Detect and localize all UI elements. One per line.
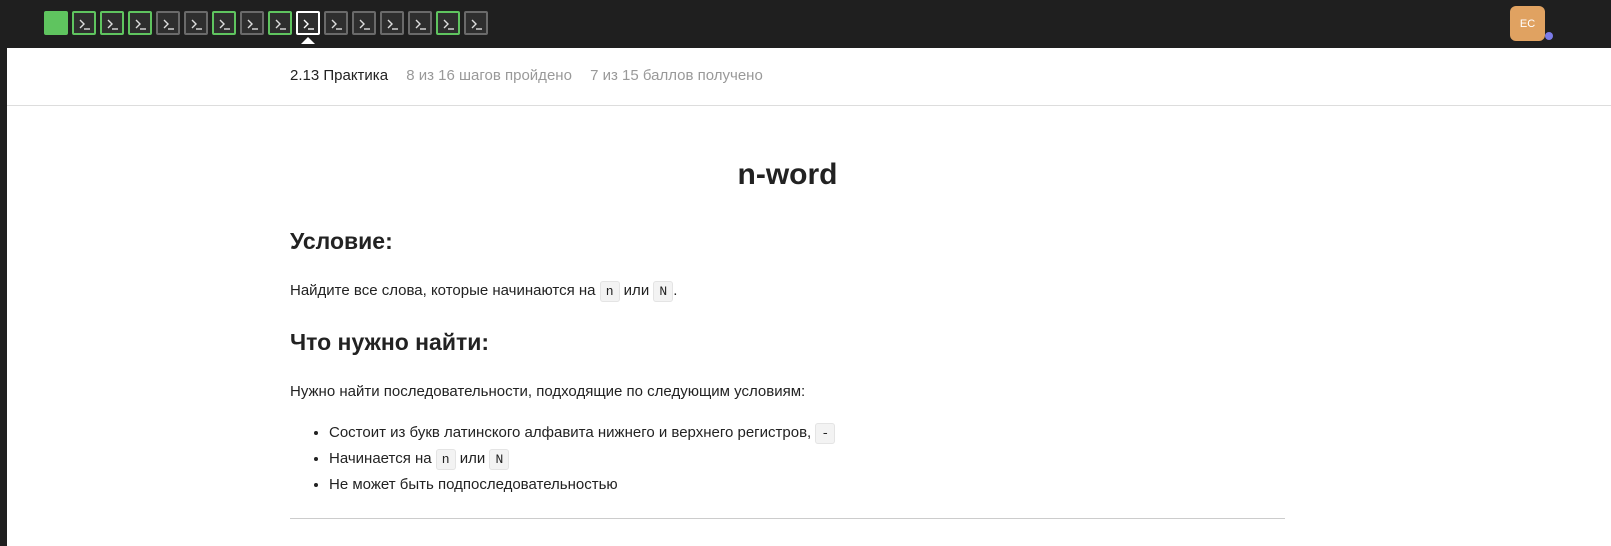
terminal-icon bbox=[191, 19, 202, 30]
condition-heading: Условие: bbox=[290, 228, 393, 254]
code-N: N bbox=[489, 449, 510, 470]
step-3-button[interactable] bbox=[100, 11, 124, 35]
terminal-icon bbox=[415, 19, 426, 30]
steps-progress: 8 из 16 шагов пройдено bbox=[406, 67, 572, 84]
code-dash: - bbox=[815, 423, 836, 444]
step-2-button[interactable] bbox=[72, 11, 96, 35]
condition-text-mid: или bbox=[619, 282, 654, 299]
step-6-button[interactable] bbox=[184, 11, 208, 35]
left-edge-panel bbox=[0, 48, 7, 546]
top-bar: EC bbox=[0, 0, 1611, 48]
terminal-icon bbox=[219, 19, 230, 30]
terminal-icon bbox=[303, 19, 314, 30]
terminal-icon bbox=[275, 19, 286, 30]
terminal-icon bbox=[79, 19, 90, 30]
user-avatar[interactable]: EC bbox=[1510, 6, 1545, 41]
code-n: n bbox=[435, 449, 456, 470]
lesson-title[interactable]: 2.13 Практика bbox=[290, 67, 388, 84]
code-n: n bbox=[599, 281, 620, 302]
step-13-button[interactable] bbox=[380, 11, 404, 35]
code-N: N bbox=[653, 281, 674, 302]
step-12-button[interactable] bbox=[352, 11, 376, 35]
rule-2-text-mid: или bbox=[455, 450, 490, 467]
terminal-icon bbox=[331, 19, 342, 30]
step-14-button[interactable] bbox=[408, 11, 432, 35]
step-title: n-word bbox=[737, 158, 838, 191]
list-item: Состоит из букв латинского алфавита нижн… bbox=[329, 420, 836, 446]
step-15-button[interactable] bbox=[436, 11, 460, 35]
step-navigation bbox=[44, 11, 488, 35]
rule-2-text-before: Начинается на bbox=[329, 450, 436, 467]
condition-text: Найдите все слова, которые начинаются на… bbox=[290, 281, 678, 302]
terminal-icon bbox=[471, 19, 482, 30]
terminal-icon bbox=[359, 19, 370, 30]
step-9-button[interactable] bbox=[268, 11, 292, 35]
terminal-icon bbox=[443, 19, 454, 30]
find-heading: Что нужно найти: bbox=[290, 329, 490, 355]
step-8-button[interactable] bbox=[240, 11, 264, 35]
step-16-button[interactable] bbox=[464, 11, 488, 35]
score-progress: 7 из 15 баллов получено bbox=[590, 67, 763, 84]
rule-1-text: Состоит из букв латинского алфавита нижн… bbox=[329, 424, 816, 441]
condition-text-before: Найдите все слова, которые начинаются на bbox=[290, 282, 600, 299]
list-item: Не может быть подпоследовательностью bbox=[329, 472, 835, 497]
step-11-button[interactable] bbox=[324, 11, 348, 35]
step-5-button[interactable] bbox=[156, 11, 180, 35]
condition-text-after: . bbox=[673, 282, 678, 299]
avatar-initials: EC bbox=[1519, 17, 1536, 30]
terminal-icon bbox=[163, 19, 174, 30]
terminal-icon bbox=[135, 19, 146, 30]
notification-dot bbox=[1545, 32, 1553, 40]
step-10-button[interactable] bbox=[296, 11, 320, 35]
section-divider bbox=[290, 518, 1285, 519]
step-4-button[interactable] bbox=[128, 11, 152, 35]
step-7-button[interactable] bbox=[212, 11, 236, 35]
terminal-icon bbox=[247, 19, 258, 30]
list-item: Начинается на n или N bbox=[329, 446, 835, 472]
lesson-subheader: 2.13 Практика 8 из 16 шагов пройдено 7 и… bbox=[7, 48, 1611, 106]
conditions-list: Состоит из букв латинского алфавита нижн… bbox=[290, 420, 836, 497]
step-1-button[interactable] bbox=[44, 11, 68, 35]
rule-3-text: Не может быть подпоследовательностью bbox=[329, 476, 618, 493]
terminal-icon bbox=[107, 19, 118, 30]
find-intro: Нужно найти последовательности, подходящ… bbox=[290, 383, 806, 400]
terminal-icon bbox=[387, 19, 398, 30]
